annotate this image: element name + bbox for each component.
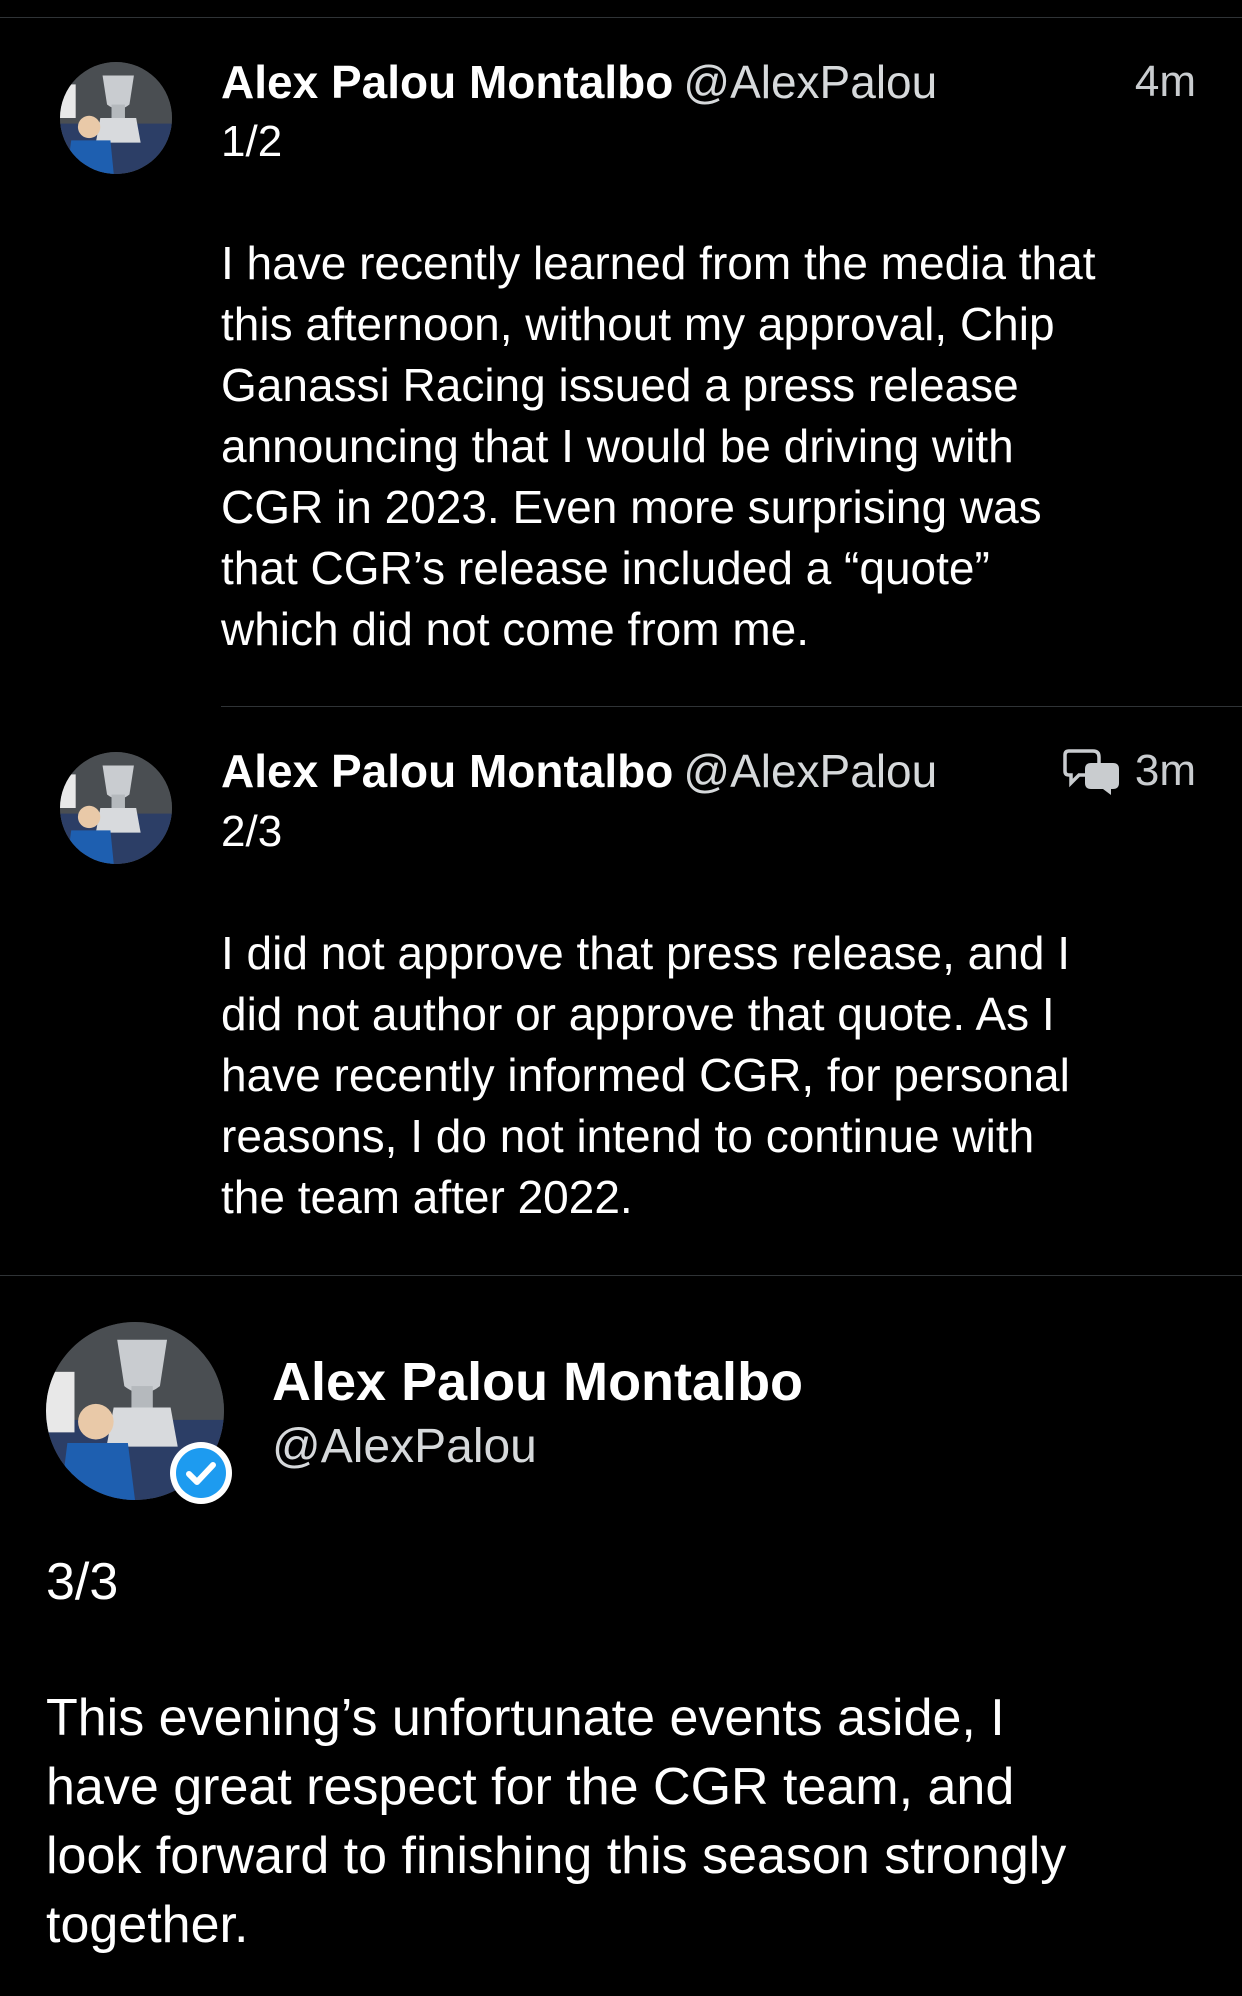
avatar-photo-icon (60, 752, 172, 864)
verified-badge-icon (170, 1442, 232, 1504)
tweet-header: Alex Palou Montalbo @AlexPalou (221, 54, 937, 110)
section-divider (0, 1275, 1242, 1276)
tweet-header: Alex Palou Montalbo @AlexPalou (221, 743, 937, 799)
author-name[interactable]: Alex Palou Montalbo (221, 56, 673, 108)
author-name[interactable]: Alex Palou Montalbo (221, 745, 673, 797)
thread-divider (221, 706, 1242, 707)
author-handle[interactable]: @AlexPalou (683, 56, 937, 108)
top-divider (0, 17, 1242, 18)
timestamp[interactable]: 3m (1135, 743, 1196, 799)
thread-counter: 2/3 (221, 807, 283, 856)
conversation-icon (1063, 749, 1119, 795)
thread-counter: 1/2 (221, 117, 283, 166)
tweet-text: I have recently learned from the media t… (221, 237, 1096, 655)
avatar[interactable] (60, 752, 172, 864)
profile-name[interactable]: Alex Palou Montalbo (272, 1350, 803, 1414)
tweet-text: I did not approve that press release, an… (221, 927, 1070, 1223)
thread-counter: 3/3 (46, 1553, 119, 1611)
author-handle[interactable]: @AlexPalou (683, 745, 937, 797)
tweet-text: This evening’s unfortunate events aside,… (46, 1689, 1067, 1954)
avatar-photo-icon (60, 62, 172, 174)
timestamp[interactable]: 4m (1135, 54, 1196, 110)
profile-handle[interactable]: @AlexPalou (272, 1418, 537, 1476)
avatar[interactable] (60, 62, 172, 174)
